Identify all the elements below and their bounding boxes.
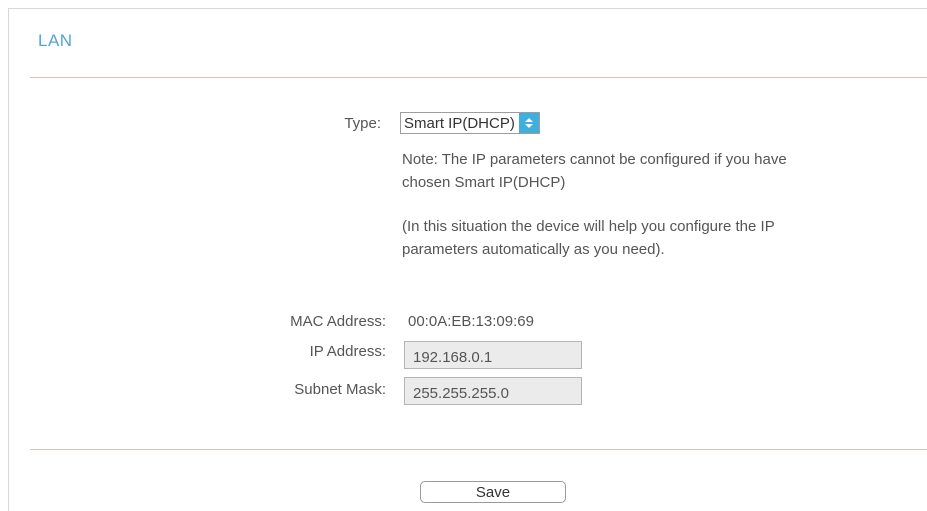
lan-panel (8, 8, 927, 511)
type-select-value: Smart IP(DHCP) (404, 115, 515, 132)
ip-address-field[interactable] (404, 341, 582, 369)
note-line-2: chosen Smart IP(DHCP) (402, 174, 566, 191)
section-title: LAN (38, 31, 73, 50)
select-arrows-icon[interactable] (518, 113, 539, 133)
bottom-divider (30, 449, 927, 450)
save-button[interactable]: Save (420, 481, 566, 503)
top-divider (30, 77, 927, 78)
mac-address-value: 00:0A:EB:13:09:69 (408, 313, 534, 330)
mac-address-label: MAC Address: (290, 313, 386, 330)
info-line-1: (In this situation the device will help … (402, 218, 775, 235)
type-label: Type: (344, 115, 381, 132)
subnet-mask-field[interactable] (404, 377, 582, 405)
subnet-mask-label: Subnet Mask: (294, 381, 386, 398)
note-line-1: Note: The IP parameters cannot be config… (402, 151, 787, 168)
info-line-2: parameters automatically as you need). (402, 241, 665, 258)
arrow-down-icon (524, 124, 533, 128)
ip-address-label: IP Address: (309, 343, 386, 360)
type-select[interactable]: Smart IP(DHCP) (400, 112, 540, 134)
arrow-up-icon (524, 118, 533, 122)
